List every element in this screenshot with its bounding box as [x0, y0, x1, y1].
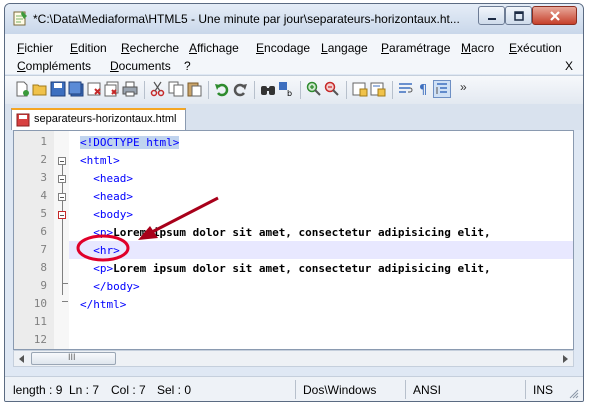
pointer-arrow: [151, 196, 219, 234]
tutorial-annotation: [76, 196, 219, 262]
highlight-ellipse: [76, 234, 130, 262]
arrowhead-icon: [138, 226, 158, 240]
